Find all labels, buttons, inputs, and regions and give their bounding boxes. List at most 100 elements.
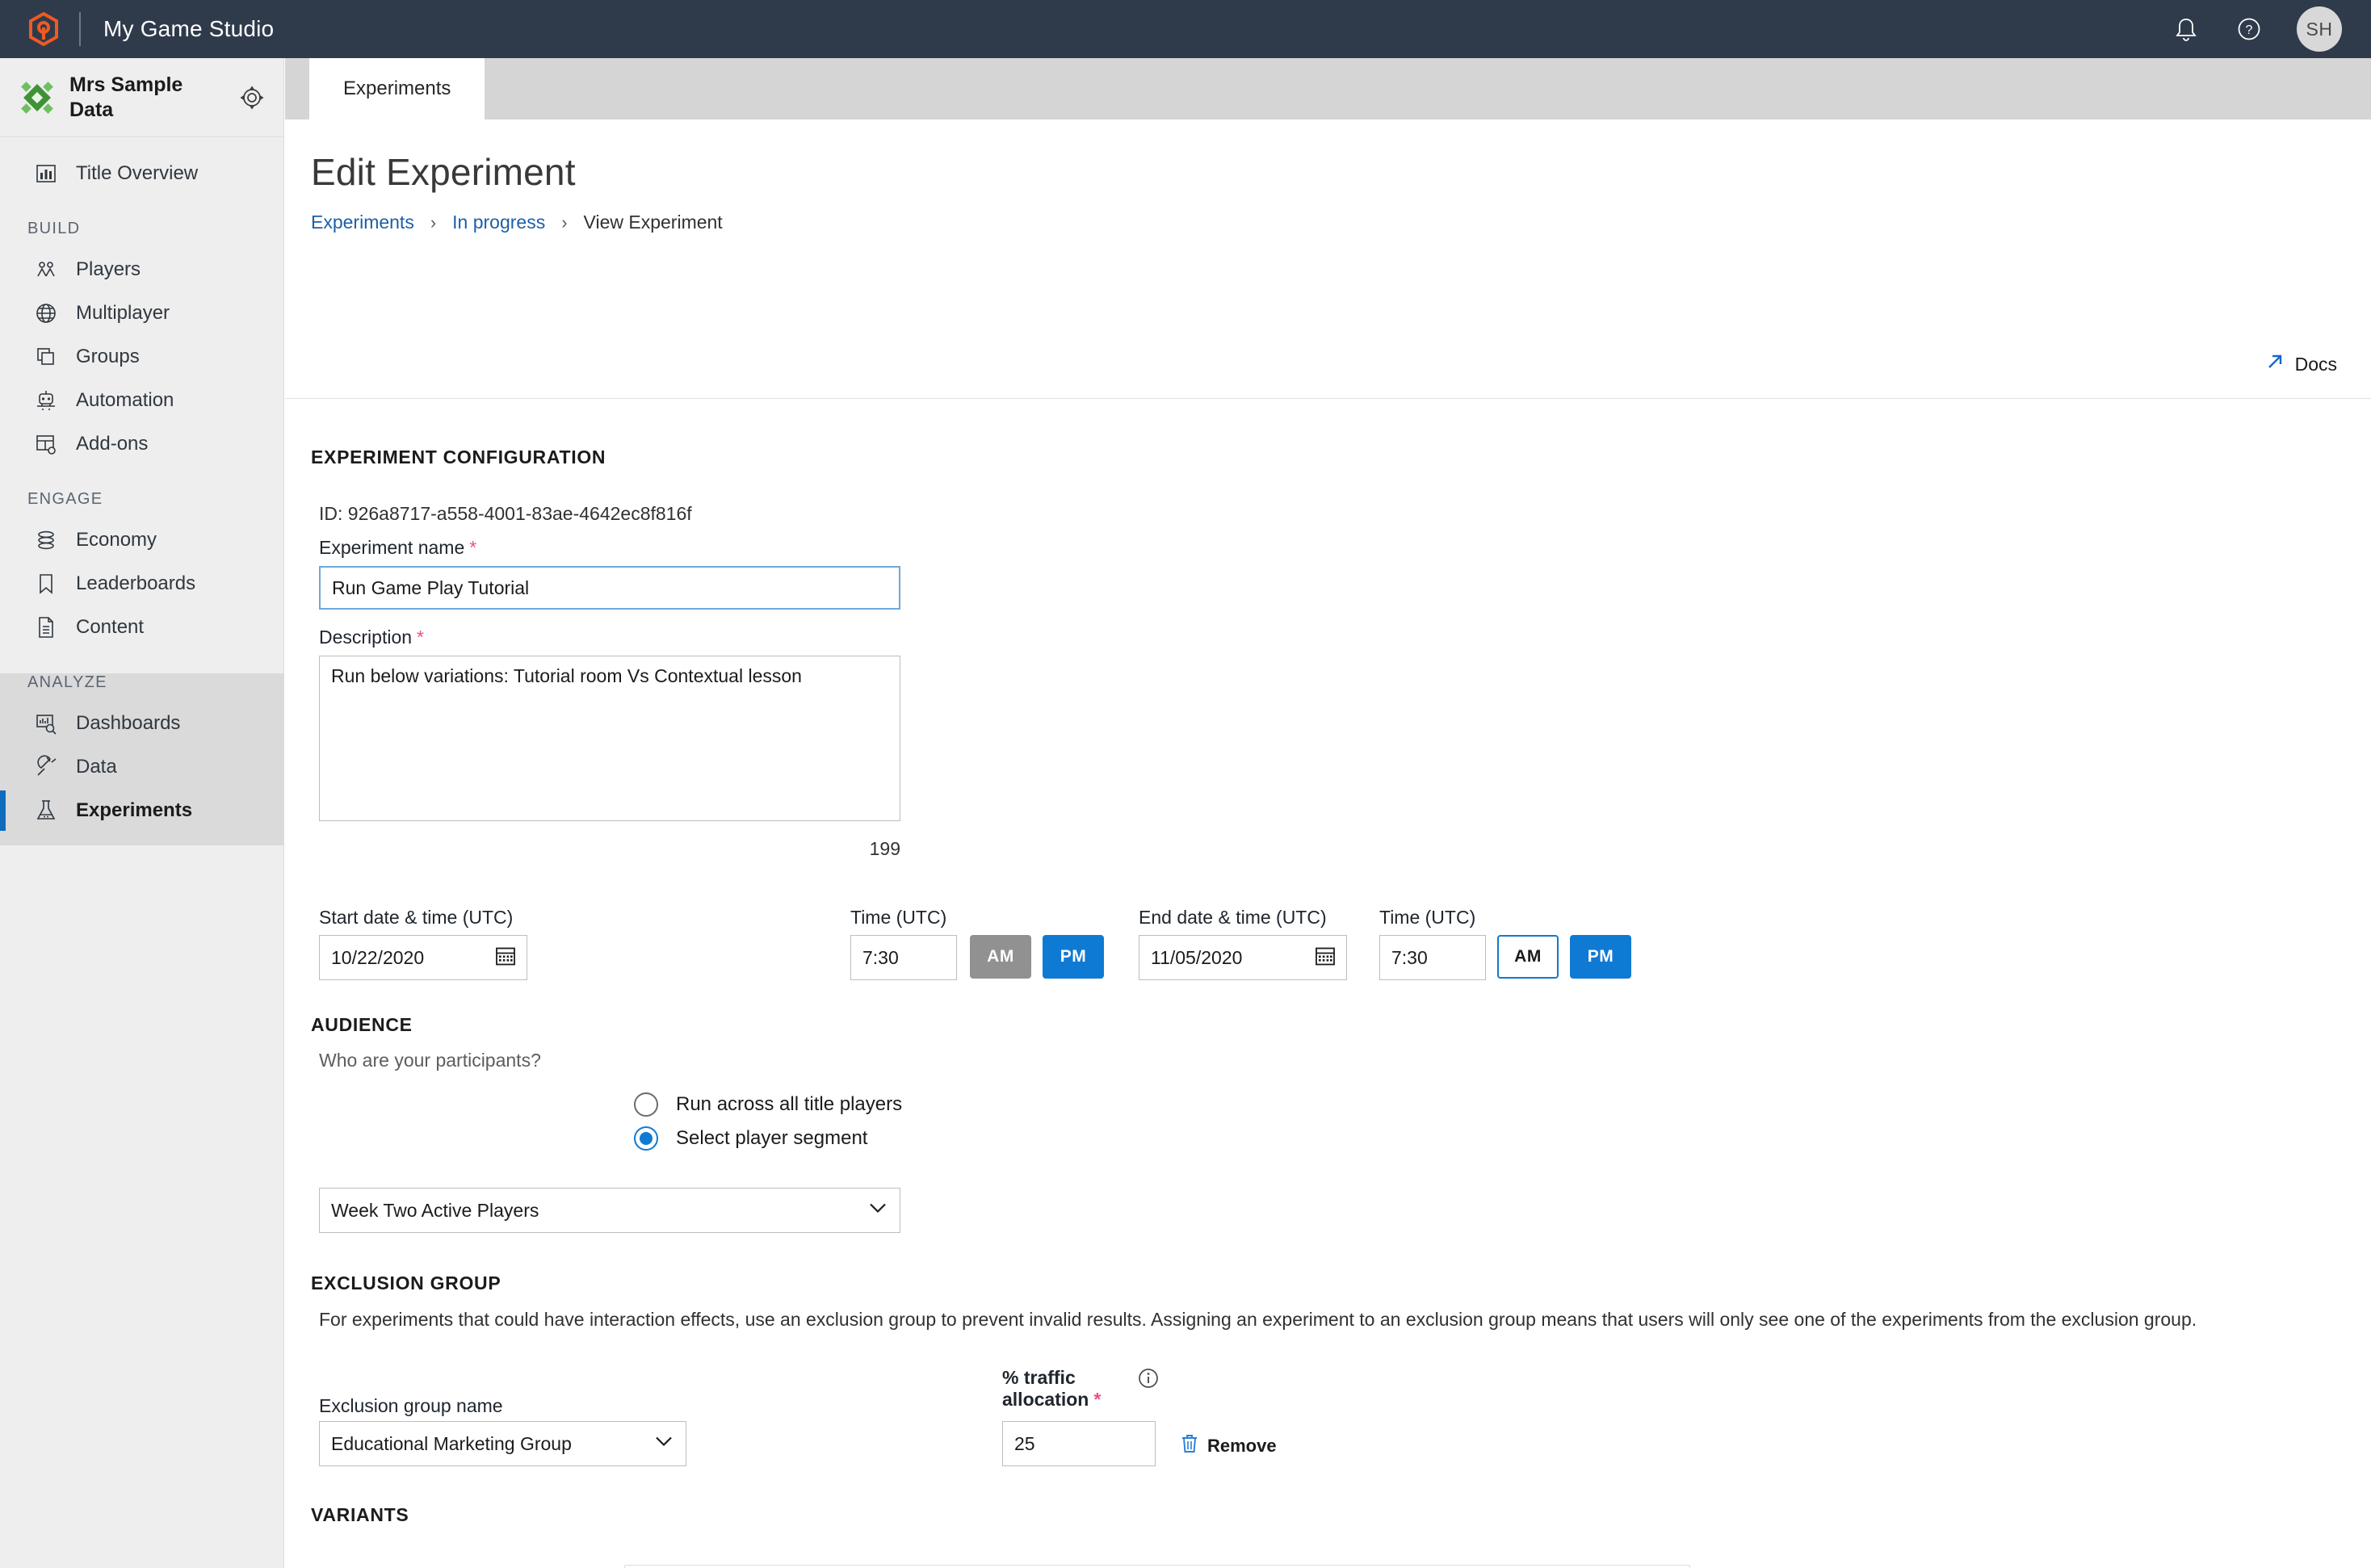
sidebar-item-groups[interactable]: Groups [0,335,283,379]
exclusion-group-select[interactable]: Educational Marketing Group [319,1421,686,1466]
end-pm-button[interactable]: PM [1570,935,1631,979]
bar-chart-icon [34,161,60,186]
sidebar-item-players[interactable]: Players [0,248,283,291]
radio-circle-selected-icon [634,1126,658,1151]
radio-select-player-segment[interactable]: Select player segment [634,1126,867,1151]
avatar[interactable]: SH [2297,6,2342,52]
player-segment-select-wrap: Week Two Active Players [319,1188,900,1233]
sidebar-item-leaderboards[interactable]: Leaderboards [0,562,283,606]
svg-text:?: ? [2246,23,2253,37]
hexagon-logo-icon[interactable] [27,12,60,46]
sidebar-item-label: Leaderboards [76,572,196,594]
main-area: Experiments Edit Experiment Experiments … [285,58,2371,1568]
traffic-allocation-input[interactable] [1002,1421,1156,1466]
start-date-label: Start date & time (UTC) [319,907,514,928]
globe-icon [34,301,60,325]
sidebar-section-analyze: ANALYZE [27,673,107,691]
docs-link[interactable]: Docs [2264,351,2337,377]
sidebar-item-experiments[interactable]: Experiments [0,789,283,832]
diamond-cluster-icon [19,80,55,115]
start-am-button[interactable]: AM [970,935,1031,979]
sidebar-item-multiplayer[interactable]: Multiplayer [0,291,283,335]
sidebar-item-data[interactable]: Data [0,745,283,789]
addons-grid-icon [34,432,60,456]
start-time-label: Time (UTC) [850,907,947,928]
breadcrumb-separator: › [430,212,437,233]
required-marker: * [469,537,477,558]
trash-icon [1180,1433,1199,1459]
sidebar-item-add-ons[interactable]: Add-ons [0,422,283,466]
coins-stack-icon [34,528,60,552]
player-segment-select[interactable]: Week Two Active Players [319,1188,900,1233]
flask-icon [34,799,60,823]
start-time-input[interactable] [850,935,957,980]
bookmark-icon [34,572,60,596]
question-circle-icon[interactable]: ? [2234,14,2264,44]
section-title-variants: VARIANTS [311,1504,409,1525]
studio-name: Mrs Sample Data [69,73,183,121]
start-pm-button[interactable]: PM [1043,935,1104,979]
start-date-field [319,935,527,980]
exclusion-group-select-wrap: Educational Marketing Group [319,1421,686,1466]
sidebar-item-label: Title Overview [76,162,199,184]
breadcrumb-item-view-experiment: View Experiment [583,212,723,233]
external-link-arrow-icon [2264,351,2285,377]
studio-header: Mrs Sample Data [0,58,283,137]
sidebar-item-label: Data [76,756,117,778]
remove-exclusion-group-button[interactable]: Remove [1180,1433,1277,1459]
sidebar-item-label: Experiments [76,799,193,821]
end-am-button[interactable]: AM [1497,935,1559,979]
sidebar-nav: Title Overview BUILD Players Multiplayer… [0,137,283,845]
traffic-allocation-label: % traffic allocation * [1002,1367,1102,1410]
tab-strip: Experiments [285,58,2371,119]
radio-label: Select player segment [676,1127,868,1149]
bell-icon[interactable] [2171,14,2201,44]
breadcrumb: Experiments › In progress › View Experim… [311,212,2371,233]
sidebar: Mrs Sample Data Title Overview BUILD Pla… [0,58,284,1568]
sidebar-item-content[interactable]: Content [0,606,283,649]
end-time-input[interactable] [1379,935,1486,980]
docs-label: Docs [2294,353,2337,375]
sidebar-item-title-overview[interactable]: Title Overview [0,152,283,195]
sidebar-item-label: Dashboards [76,712,181,734]
calendar-icon[interactable] [495,945,516,971]
radio-run-across-all-players[interactable]: Run across all title players [634,1092,902,1117]
description-textarea[interactable]: Run below variations: Tutorial room Vs C… [319,656,900,821]
breadcrumb-item-in-progress[interactable]: In progress [452,212,545,233]
experiment-name-label: Experiment name * [319,537,477,558]
calendar-icon[interactable] [1315,945,1336,971]
sidebar-item-label: Content [76,616,145,638]
required-marker: * [417,627,424,648]
exclusion-group-description: For experiments that could have interact… [319,1309,2197,1330]
stacked-squares-icon [34,345,60,369]
exclusion-group-name-label: Exclusion group name [319,1395,503,1416]
sidebar-item-automation[interactable]: Automation [0,379,283,422]
end-date-field [1139,935,1347,980]
page-content: Edit Experiment Experiments › In progres… [285,119,2371,1568]
header-divider [285,398,2371,399]
sidebar-item-economy[interactable]: Economy [0,518,283,562]
section-title-exclusion-group: EXCLUSION GROUP [311,1272,501,1293]
required-marker: * [1093,1389,1102,1410]
section-title-experiment-configuration: EXPERIMENT CONFIGURATION [311,447,606,467]
tab-experiments[interactable]: Experiments [309,58,485,119]
sidebar-item-label: Add-ons [76,433,149,455]
breadcrumb-item-experiments[interactable]: Experiments [311,212,414,233]
brand-title: My Game Studio [103,16,275,41]
sidebar-section-engage: ENGAGE [27,490,103,508]
experiment-id: ID: 926a8717-a558-4001-83ae-4642ec8f816f [319,503,692,524]
sidebar-item-dashboards[interactable]: Dashboards [0,702,283,745]
end-date-label: End date & time (UTC) [1139,907,1327,928]
dashboard-search-icon [34,711,60,736]
players-icon [34,258,60,282]
sidebar-item-label: Economy [76,529,157,551]
gear-icon[interactable] [238,84,266,111]
sidebar-item-label: Multiplayer [76,302,170,324]
info-circle-icon[interactable] [1137,1367,1160,1394]
top-bar: My Game Studio ? SH [0,0,2371,58]
experiment-name-input[interactable] [319,566,900,610]
document-icon [34,615,60,639]
sidebar-section-analyze-group: ANALYZE Dashboards Data Experiments [0,673,283,845]
description-label: Description * [319,627,424,648]
sidebar-item-label: Automation [76,389,174,411]
